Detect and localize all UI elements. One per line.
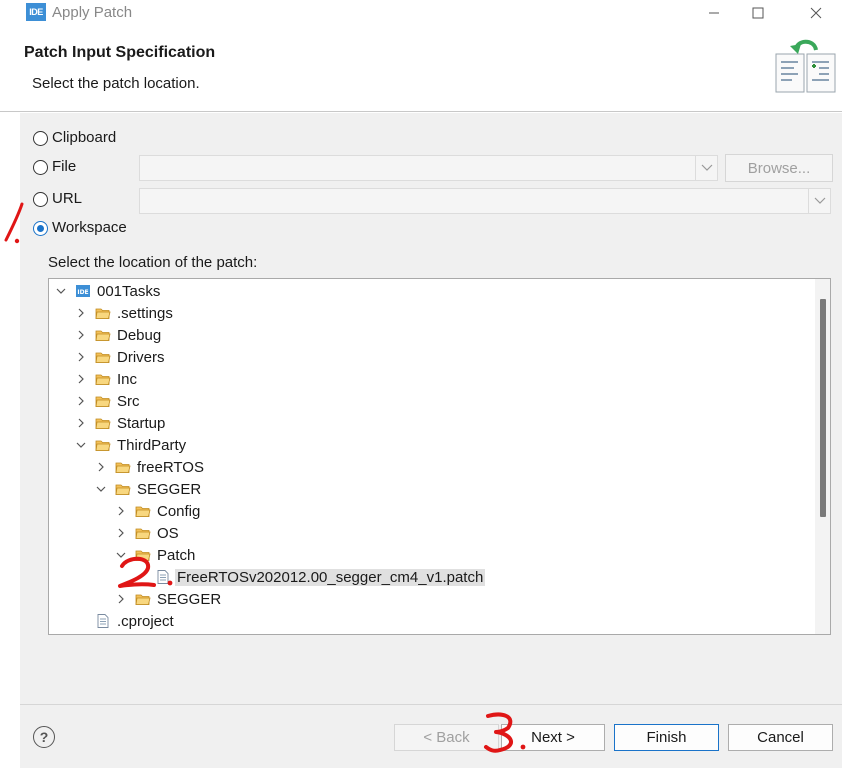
chevron-right-icon[interactable] xyxy=(75,417,87,429)
folder-icon xyxy=(95,328,111,342)
annotation-two: 2. xyxy=(116,554,176,594)
tree-item-label: .settings xyxy=(117,304,173,322)
chevron-right-icon[interactable] xyxy=(75,351,87,363)
chevron-down-icon[interactable] xyxy=(95,483,107,495)
tree-item[interactable]: SEGGER xyxy=(95,478,203,500)
tree-item[interactable]: .cproject xyxy=(75,610,176,632)
annotation-two-mark xyxy=(118,556,173,588)
workspace-radio[interactable] xyxy=(33,221,48,236)
tree-item-label: SEGGER xyxy=(137,480,202,498)
tree-item[interactable]: Drivers xyxy=(75,346,167,368)
annotation-three-mark xyxy=(484,712,526,753)
tree-item[interactable]: FreeRTOSv202012.00_segger_cm4_v1.patch xyxy=(135,566,486,588)
wizard-header xyxy=(0,26,842,112)
tree-item[interactable]: Inc xyxy=(75,368,139,390)
tree-item-label: freeRTOS xyxy=(137,458,204,476)
project-icon: IDE xyxy=(75,284,91,298)
tree-item-label: Src xyxy=(117,392,140,410)
svg-text:IDE: IDE xyxy=(77,289,88,296)
tree-item-label: Startup xyxy=(117,414,166,432)
url-label[interactable]: URL xyxy=(52,190,82,207)
chevron-down-icon[interactable] xyxy=(55,285,67,297)
tree-item[interactable]: Startup xyxy=(75,412,167,434)
file-label[interactable]: File xyxy=(52,158,76,175)
file-path-combo[interactable] xyxy=(139,155,718,181)
window-title: Apply Patch xyxy=(52,4,133,21)
minimize-button[interactable] xyxy=(692,0,736,26)
file-radio[interactable] xyxy=(33,160,48,175)
tree-item[interactable]: Src xyxy=(75,390,142,412)
folder-icon xyxy=(95,350,111,364)
tree-item-label: OS xyxy=(157,524,179,542)
help-icon[interactable]: ? xyxy=(33,726,55,748)
chevron-right-icon[interactable] xyxy=(75,373,87,385)
chevron-right-icon[interactable] xyxy=(115,527,127,539)
folder-icon xyxy=(115,460,131,474)
close-icon xyxy=(810,7,822,19)
tree-item[interactable]: Debug xyxy=(75,324,163,346)
maximize-icon xyxy=(752,7,764,19)
folder-icon xyxy=(115,482,131,496)
folder-icon xyxy=(95,438,111,452)
file-icon xyxy=(95,614,111,628)
workspace-label[interactable]: Workspace xyxy=(52,219,127,236)
tree-label: Select the location of the patch: xyxy=(48,254,258,271)
browse-button[interactable]: Browse... xyxy=(725,154,833,182)
tree-item-label: Debug xyxy=(117,326,162,344)
folder-icon xyxy=(95,372,111,386)
folder-icon xyxy=(95,306,111,320)
tree-item-label: FreeRTOSv202012.00_segger_cm4_v1.patch xyxy=(175,568,486,586)
tree-item-label: 001Tasks xyxy=(97,282,161,300)
tree-item-label: Drivers xyxy=(117,348,165,366)
chevron-right-icon[interactable] xyxy=(115,593,127,605)
clipboard-radio[interactable] xyxy=(33,131,48,146)
apply-patch-banner-icon xyxy=(774,36,838,100)
folder-icon xyxy=(95,394,111,408)
cancel-button[interactable]: Cancel xyxy=(728,724,833,751)
chevron-right-icon[interactable] xyxy=(75,307,87,319)
tree-item[interactable]: freeRTOS xyxy=(95,456,206,478)
tree-item-label: ThirdParty xyxy=(117,436,187,454)
tree-item[interactable]: IDE 001Tasks xyxy=(55,280,162,302)
folder-icon xyxy=(135,526,151,540)
folder-icon xyxy=(135,504,151,518)
page-description: Select the patch location. xyxy=(32,75,200,92)
annotation-three: 3. xyxy=(482,712,532,758)
chevron-right-icon[interactable] xyxy=(75,329,87,341)
url-combo[interactable] xyxy=(139,188,831,214)
chevron-right-icon[interactable] xyxy=(95,461,107,473)
chevron-right-icon[interactable] xyxy=(115,505,127,517)
clipboard-label[interactable]: Clipboard xyxy=(52,129,116,146)
tree-item[interactable]: Config xyxy=(115,500,202,522)
chevron-down-icon[interactable] xyxy=(75,439,87,451)
annotation-one-mark xyxy=(4,202,24,244)
page-title: Patch Input Specification xyxy=(24,44,216,61)
chevron-down-icon[interactable] xyxy=(695,156,717,180)
tree-item[interactable]: .settings xyxy=(75,302,175,324)
tree-item[interactable]: ThirdParty xyxy=(75,434,188,456)
maximize-button[interactable] xyxy=(736,0,780,26)
chevron-down-icon[interactable] xyxy=(808,189,830,213)
folder-icon xyxy=(95,416,111,430)
chevron-right-icon[interactable] xyxy=(75,395,87,407)
scroll-thumb[interactable] xyxy=(820,299,826,517)
tree-scrollbar[interactable] xyxy=(815,279,830,634)
annotation-one: 1. xyxy=(0,200,30,250)
tree-item-label: .cproject xyxy=(117,612,174,630)
minimize-icon xyxy=(709,12,719,14)
app-icon: IDE xyxy=(26,3,46,21)
folder-icon xyxy=(135,592,151,606)
tree-item-label: Inc xyxy=(117,370,138,388)
tree-item[interactable]: OS xyxy=(115,522,181,544)
finish-button[interactable]: Finish xyxy=(614,724,719,751)
close-button[interactable] xyxy=(794,0,838,26)
url-radio[interactable] xyxy=(33,192,48,207)
tree-item-label: Config xyxy=(157,502,201,520)
